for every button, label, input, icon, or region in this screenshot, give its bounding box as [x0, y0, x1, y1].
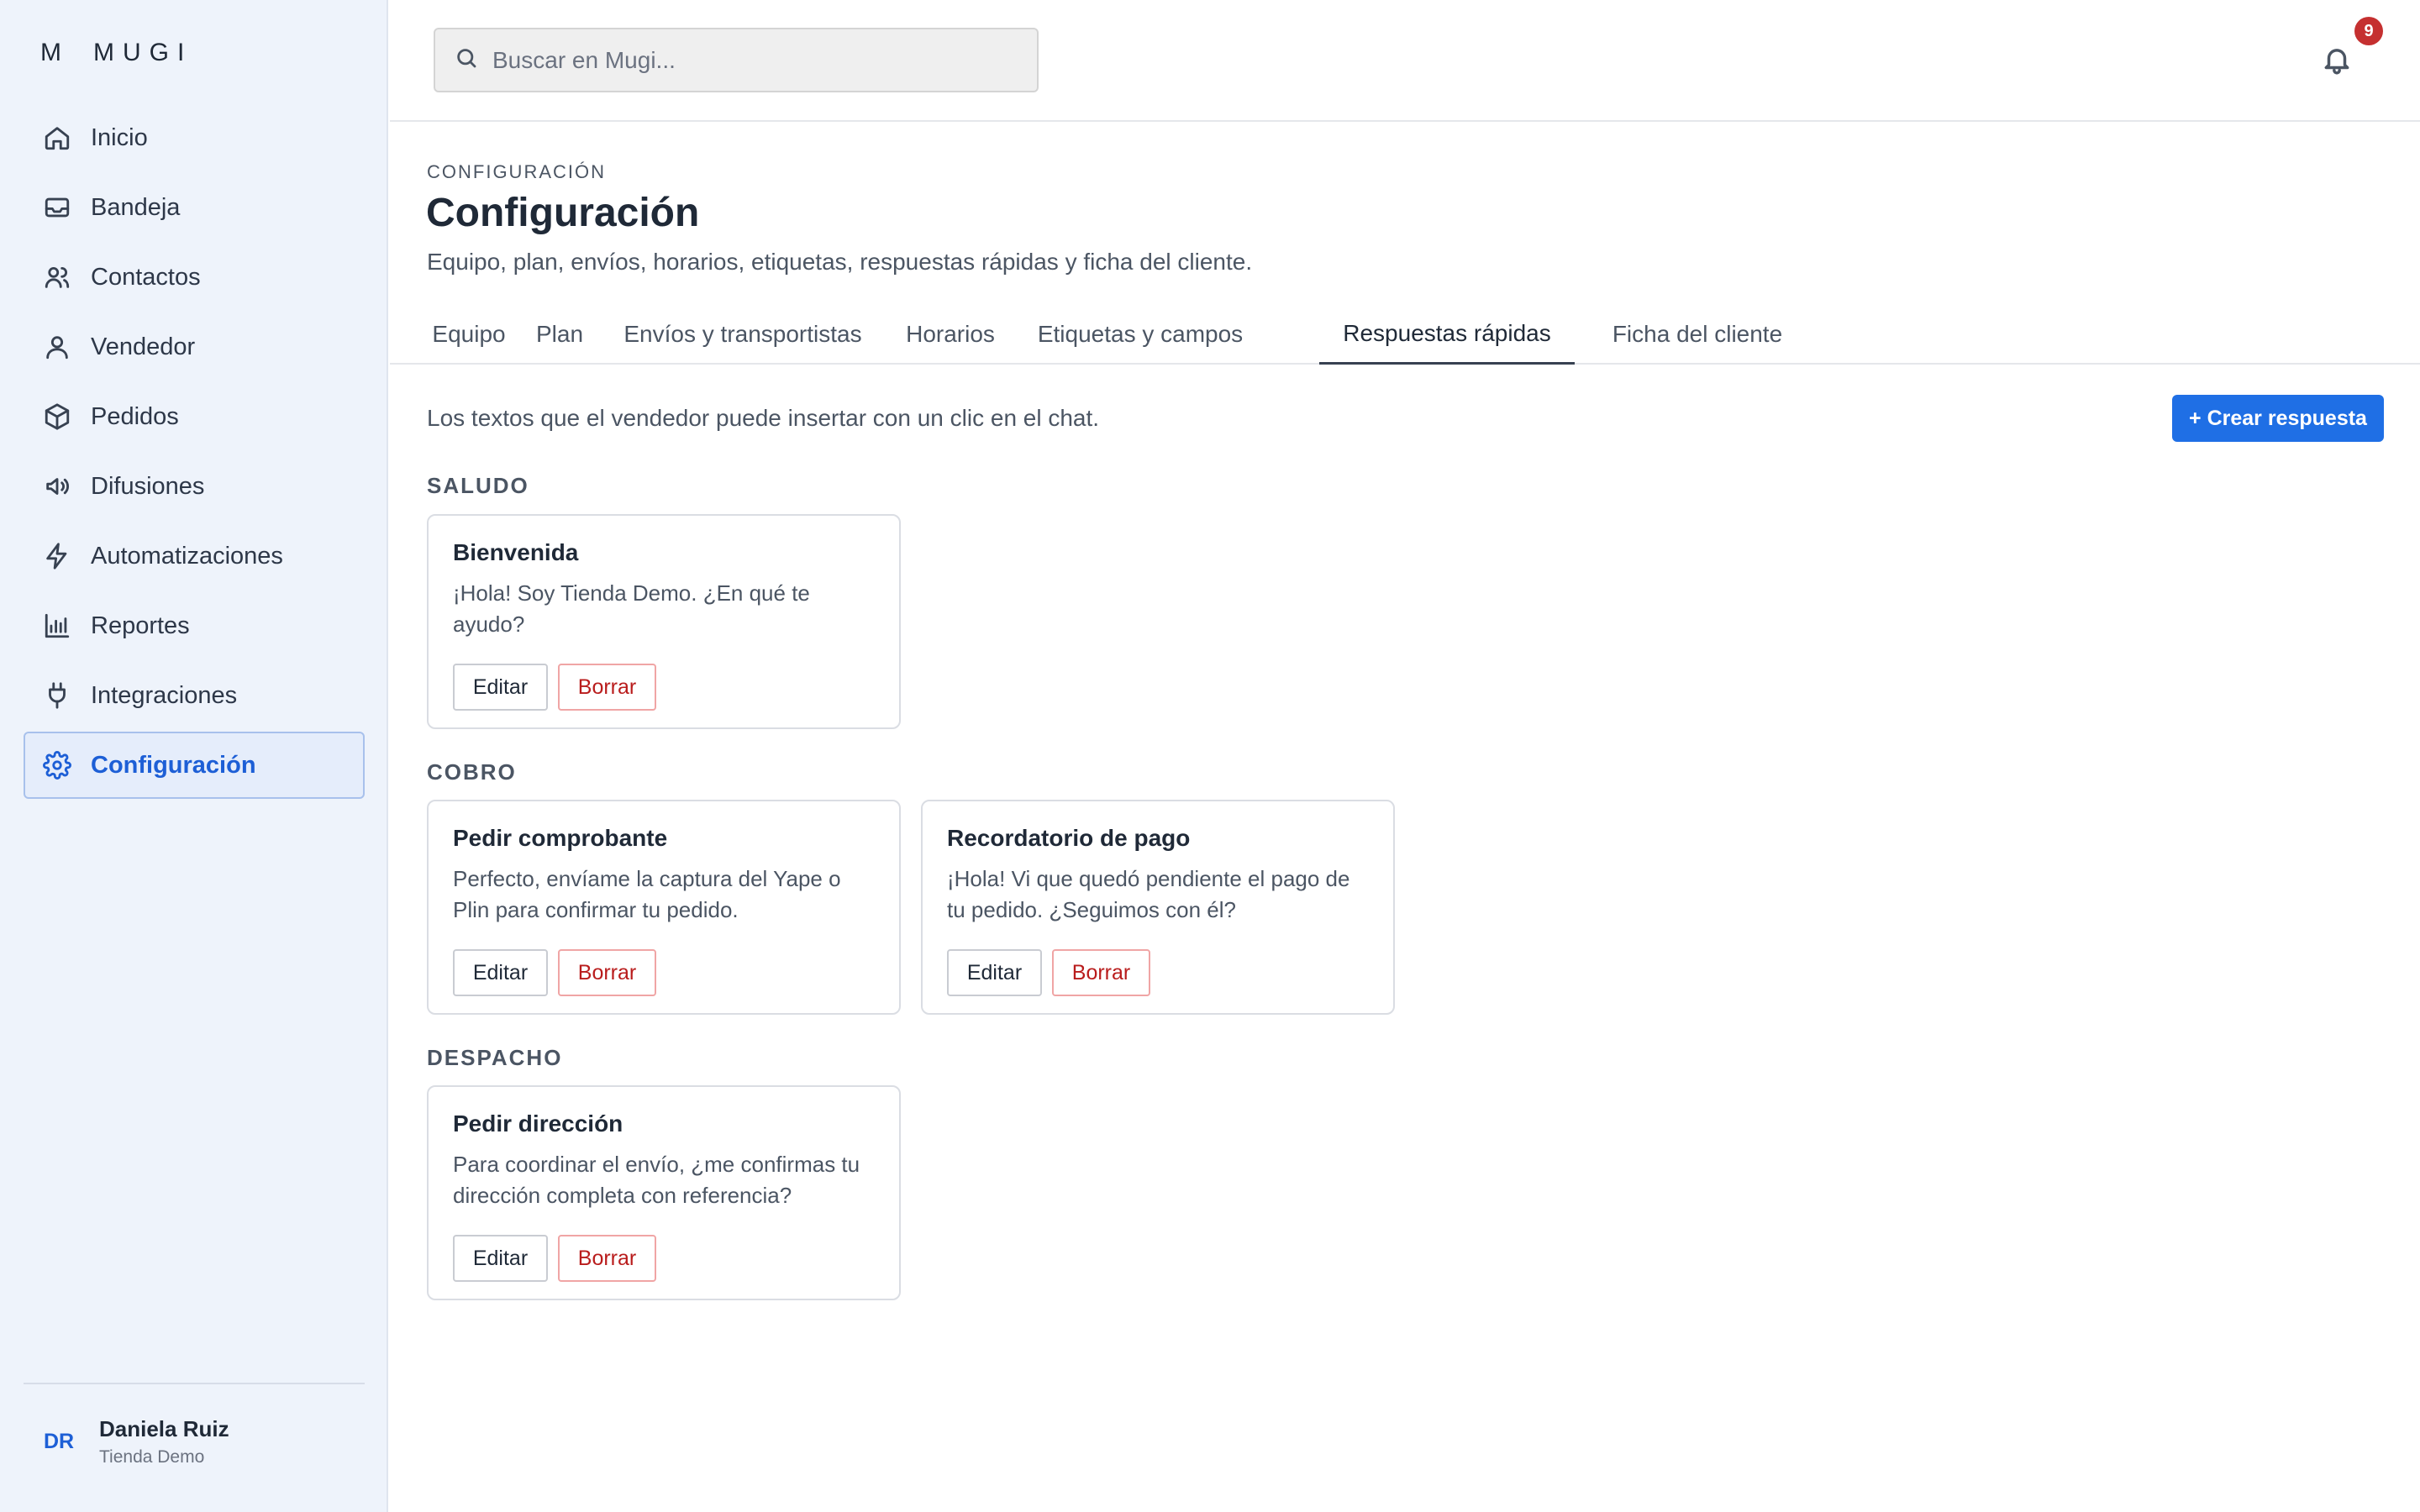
sidebar-item-label: Configuración	[91, 751, 256, 779]
sidebar-item-difusiones[interactable]: Difusiones	[24, 453, 365, 520]
sidebar-item-inicio[interactable]: Inicio	[24, 104, 365, 171]
sidebar-item-contactos[interactable]: Contactos	[24, 244, 365, 311]
edit-button[interactable]: Editar	[453, 949, 548, 996]
reply-card: Pedir comprobante Perfecto, envíame la c…	[427, 800, 901, 1015]
brand-logo[interactable]: M MUGI	[40, 39, 192, 67]
delete-button[interactable]: Borrar	[558, 949, 656, 996]
user-icon	[42, 332, 72, 362]
delete-button[interactable]: Borrar	[1052, 949, 1150, 996]
reply-text: ¡Hola! Soy Tienda Demo. ¿En qué te ayudo…	[453, 580, 810, 637]
brand-name: MUGI	[93, 39, 193, 66]
section-intro: Los textos que el vendedor puede inserta…	[427, 405, 1100, 431]
sidebar-item-label: Vendedor	[91, 333, 196, 360]
sidebar-item-label: Bandeja	[91, 193, 181, 221]
sidebar-item-bandeja[interactable]: Bandeja	[24, 174, 365, 241]
tab-ficha-cliente[interactable]: Ficha del cliente	[1591, 304, 1803, 365]
gear-icon	[42, 750, 72, 780]
sidebar-item-label: Inicio	[91, 123, 148, 151]
sidebar-item-label: Pedidos	[91, 402, 179, 430]
reply-card: Bienvenida ¡Hola! Soy Tienda Demo. ¿En q…	[427, 514, 901, 729]
user-store: Tienda Demo	[99, 1447, 205, 1467]
reply-card: Pedir dirección Para coordinar el envío,…	[427, 1085, 901, 1300]
sidebar-item-label: Integraciones	[91, 681, 238, 709]
plug-icon	[42, 680, 72, 711]
megaphone-icon	[42, 471, 72, 501]
bolt-icon	[42, 541, 72, 571]
group-label-saludo: SALUDO	[427, 473, 529, 498]
tab-plan[interactable]: Plan	[528, 304, 592, 365]
avatar: DR	[44, 1430, 75, 1453]
tab-respuestas-rapidas[interactable]: Respuestas rápidas	[1319, 304, 1575, 365]
group-label-cobro: COBRO	[427, 759, 517, 785]
sidebar-nav: Inicio Bandeja Contactos Vendedor Pedido…	[24, 104, 365, 801]
sidebar: M MUGI Inicio Bandeja Contactos Vendedor…	[0, 0, 388, 1512]
bar-chart-icon	[42, 611, 72, 641]
brand-mark: M	[40, 39, 70, 66]
sidebar-item-label: Contactos	[91, 263, 201, 291]
sidebar-item-label: Difusiones	[91, 472, 205, 500]
reply-text: Para coordinar el envío, ¿me confirmas t…	[453, 1152, 860, 1208]
delete-button[interactable]: Borrar	[558, 1235, 656, 1282]
sidebar-item-vendedor[interactable]: Vendedor	[24, 313, 365, 381]
reply-title: Pedir dirección	[453, 1110, 623, 1137]
tab-equipo[interactable]: Equipo	[427, 304, 511, 365]
page-title: Configuración	[426, 191, 700, 235]
notification-badge: 9	[2354, 17, 2383, 45]
tab-bar: Equipo Plan Envíos y transportistas Hora…	[390, 304, 2420, 365]
bell-icon[interactable]	[2321, 42, 2354, 79]
delete-button[interactable]: Borrar	[558, 664, 656, 711]
create-reply-button[interactable]: + Crear respuesta	[2172, 395, 2384, 442]
tab-horarios[interactable]: Horarios	[894, 304, 1007, 365]
reply-text: Perfecto, envíame la captura del Yape o …	[453, 866, 841, 922]
reply-title: Recordatorio de pago	[947, 825, 1191, 851]
users-icon	[42, 262, 72, 292]
sidebar-item-configuracion[interactable]: Configuración	[24, 732, 365, 799]
edit-button[interactable]: Editar	[453, 1235, 548, 1282]
user-name: Daniela Ruiz	[99, 1416, 229, 1441]
search-icon	[454, 45, 479, 75]
tab-envios[interactable]: Envíos y transportistas	[608, 304, 877, 365]
tab-etiquetas[interactable]: Etiquetas y campos	[1023, 304, 1257, 365]
sidebar-item-reportes[interactable]: Reportes	[24, 592, 365, 659]
sidebar-item-pedidos[interactable]: Pedidos	[24, 383, 365, 450]
reply-text: ¡Hola! Vi que quedó pendiente el pago de…	[947, 866, 1350, 922]
user-profile[interactable]: DR Daniela Ruiz Tienda Demo	[44, 1416, 229, 1467]
box-icon	[42, 402, 72, 432]
edit-button[interactable]: Editar	[453, 664, 548, 711]
edit-button[interactable]: Editar	[947, 949, 1042, 996]
home-icon	[42, 123, 72, 153]
sidebar-divider	[24, 1383, 365, 1384]
group-label-despacho: DESPACHO	[427, 1045, 563, 1070]
search-box[interactable]	[434, 28, 1039, 92]
reply-title: Pedir comprobante	[453, 825, 668, 851]
sidebar-item-label: Automatizaciones	[91, 542, 283, 570]
sidebar-item-label: Reportes	[91, 612, 190, 639]
search-input[interactable]	[492, 46, 997, 74]
reply-title: Bienvenida	[453, 539, 579, 565]
sidebar-item-automatizaciones[interactable]: Automatizaciones	[24, 522, 365, 590]
sidebar-item-integraciones[interactable]: Integraciones	[24, 662, 365, 729]
inbox-icon	[42, 192, 72, 223]
reply-card: Recordatorio de pago ¡Hola! Vi que quedó…	[921, 800, 1395, 1015]
page-description: Equipo, plan, envíos, horarios, etiqueta…	[427, 249, 1253, 275]
topbar: 9	[390, 0, 2420, 122]
breadcrumb: CONFIGURACIÓN	[427, 161, 606, 182]
